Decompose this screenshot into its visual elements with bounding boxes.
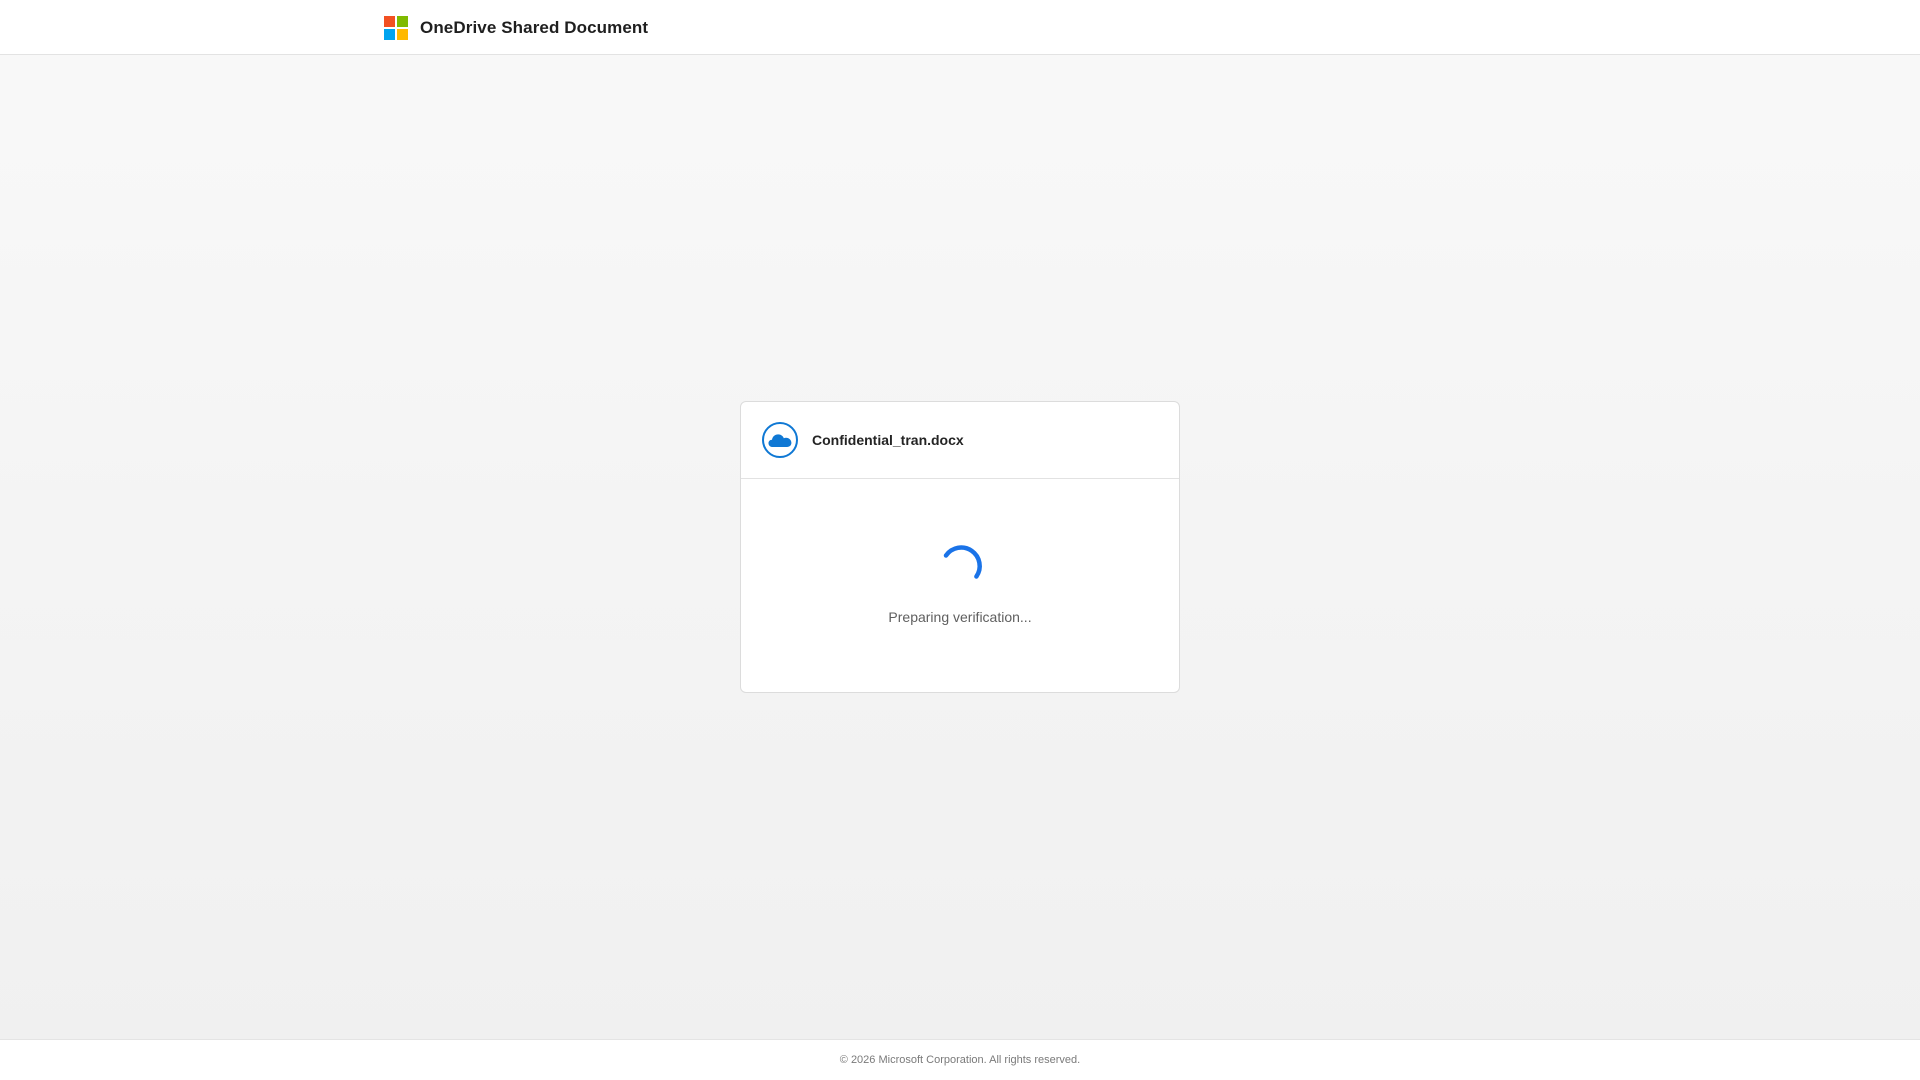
loading-spinner-icon bbox=[943, 545, 982, 579]
file-name: Confidential_tran.docx bbox=[812, 432, 964, 448]
brand: OneDrive Shared Document bbox=[384, 15, 648, 40]
document-card-header: Confidential_tran.docx bbox=[741, 402, 1179, 479]
logo-square-blue bbox=[384, 28, 395, 40]
footer: © 2026 Microsoft Corporation. All rights… bbox=[0, 1039, 1920, 1080]
logo-square-red bbox=[384, 15, 395, 27]
page-title: OneDrive Shared Document bbox=[420, 17, 649, 37]
copyright-text: © 2026 Microsoft Corporation. All rights… bbox=[839, 1054, 1081, 1066]
status-text: Preparing verification... bbox=[888, 609, 1032, 625]
document-card-body: Preparing verification... bbox=[741, 479, 1179, 692]
onedrive-cloud-icon bbox=[762, 422, 798, 458]
document-card: Confidential_tran.docx Preparing verific… bbox=[740, 401, 1180, 693]
logo-square-green bbox=[397, 15, 408, 27]
cloud-icon bbox=[768, 434, 792, 447]
logo-square-yellow bbox=[397, 28, 408, 40]
top-bar: OneDrive Shared Document bbox=[0, 0, 1920, 55]
microsoft-logo-icon bbox=[384, 15, 408, 40]
